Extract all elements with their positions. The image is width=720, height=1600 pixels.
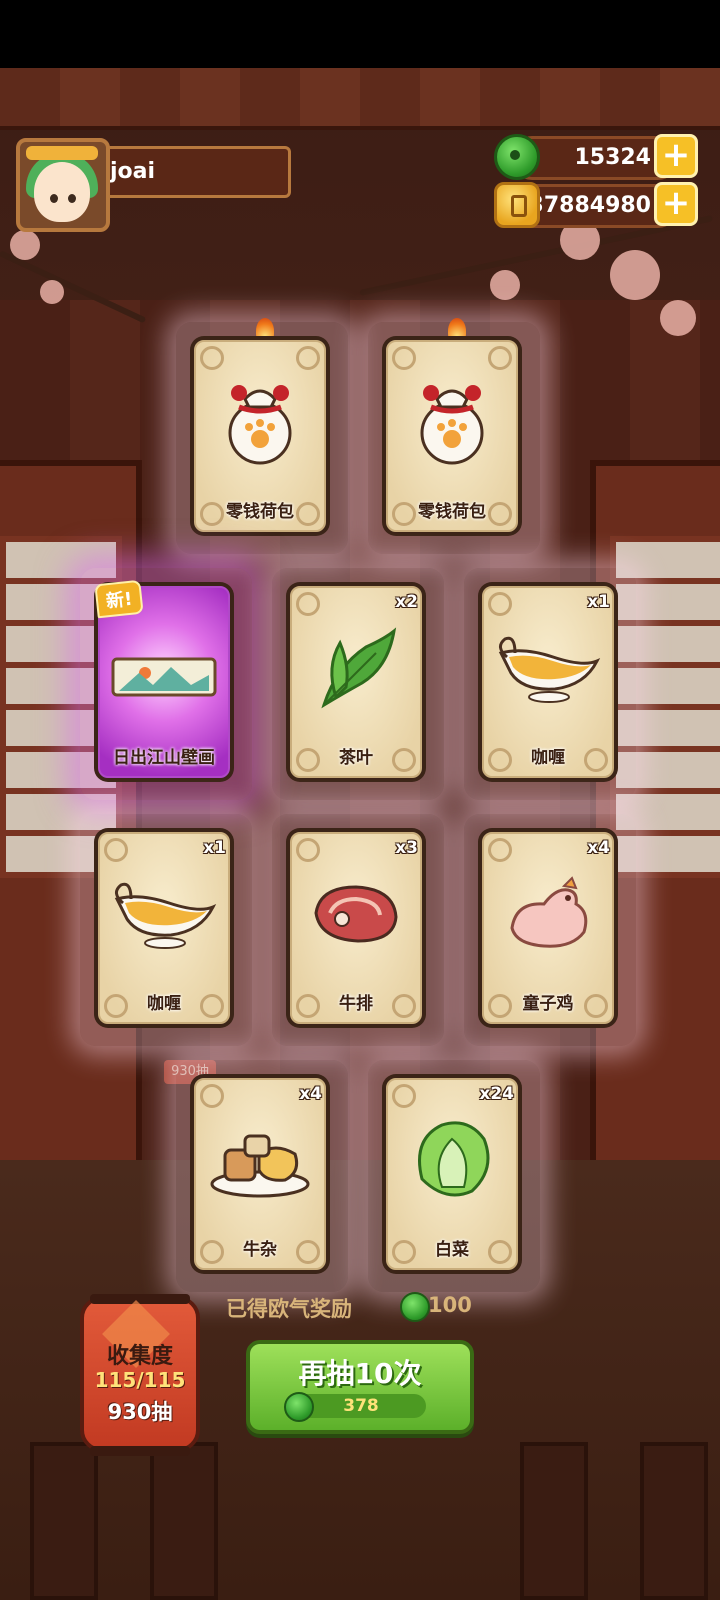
card-count: x24 <box>479 1084 514 1104</box>
gacha-result-screen: joai 15324 + 37884980 + 930抽 零钱荷包 零钱荷包 日… <box>0 0 720 1600</box>
curry-gravy-boat-icon <box>498 636 601 703</box>
draw-cost: 378 <box>296 1394 426 1418</box>
card-name: 零钱荷包 <box>418 502 486 522</box>
card-name: 茶叶 <box>339 748 373 768</box>
player-avatar[interactable] <box>16 138 110 232</box>
blossom <box>40 280 64 304</box>
napa-cabbage-icon <box>418 1121 490 1197</box>
tea-leaf-icon <box>321 627 397 709</box>
card-name: 日出江山壁画 <box>113 748 215 768</box>
coin-pouch-icon <box>420 385 484 465</box>
fence-post <box>520 1442 588 1600</box>
card-count: x1 <box>587 592 610 612</box>
collection-progress: 115/115 <box>94 1368 186 1392</box>
card-name: 零钱荷包 <box>226 502 294 522</box>
reward-card[interactable]: x4 牛杂 <box>190 1074 330 1274</box>
card-count: x4 <box>587 838 610 858</box>
steak-icon <box>314 885 398 943</box>
fence-post <box>150 1442 218 1600</box>
draw-cost-value: 378 <box>343 1396 379 1416</box>
collection-lantern[interactable]: 收集度 115/115 930抽 <box>80 1294 200 1456</box>
jade-icon <box>400 1292 430 1322</box>
blossom <box>660 300 696 336</box>
reward-card[interactable]: x1 咖喱 <box>478 582 618 782</box>
coin-pouch-icon <box>228 385 292 465</box>
spring-chicken-icon <box>510 876 588 948</box>
draw-again-label: 再抽10次 <box>298 1357 422 1390</box>
reward-card[interactable]: x4 童子鸡 <box>478 828 618 1028</box>
reward-card[interactable]: x24 白菜 <box>382 1074 522 1274</box>
jade-amount: 15324 <box>574 145 651 170</box>
blossom <box>490 270 520 300</box>
blossom <box>10 230 40 260</box>
player-name-bar: joai <box>100 146 291 198</box>
card-count: x2 <box>395 592 418 612</box>
card-count: x4 <box>299 1084 322 1104</box>
collection-draws: 930抽 <box>107 1400 173 1424</box>
player-name: joai <box>110 159 156 184</box>
collection-title: 收集度 <box>106 1344 173 1369</box>
card-name: 咖喱 <box>531 748 565 768</box>
new-badge: 新! <box>94 579 144 619</box>
blossom <box>610 250 660 300</box>
card-name: 牛排 <box>339 994 373 1014</box>
draw-again-button[interactable]: 再抽10次 378 <box>246 1340 474 1434</box>
status-bar <box>0 0 720 68</box>
card-name: 白菜 <box>435 1240 469 1260</box>
reward-card[interactable]: x1 咖喱 <box>94 828 234 1028</box>
reward-card[interactable]: 零钱荷包 <box>190 336 330 536</box>
reward-card[interactable]: 零钱荷包 <box>382 336 522 536</box>
coin-amount: 37884980 <box>528 193 651 218</box>
card-count: x3 <box>395 838 418 858</box>
luck-reward-label: 已得欧气奖励 <box>226 1297 352 1321</box>
landscape-mural-icon <box>111 657 217 697</box>
fence-post <box>30 1442 98 1600</box>
add-jade-button[interactable]: + <box>654 134 698 178</box>
roof-beam <box>0 68 720 130</box>
beef-offal-icon <box>210 1134 310 1198</box>
jade-icon <box>284 1392 314 1422</box>
curry-gravy-boat-icon <box>114 882 217 949</box>
card-count: x1 <box>203 838 226 858</box>
card-name: 咖喱 <box>147 994 181 1014</box>
reward-card[interactable]: x3 牛排 <box>286 828 426 1028</box>
coin-icon <box>494 182 540 228</box>
add-coin-button[interactable]: + <box>654 182 698 226</box>
card-name: 童子鸡 <box>522 994 574 1014</box>
fence-post <box>640 1442 708 1600</box>
luck-reward-value: 100 <box>428 1293 472 1317</box>
card-name: 牛杂 <box>243 1240 277 1260</box>
reward-card[interactable]: x2 茶叶 <box>286 582 426 782</box>
jade-icon <box>494 134 540 180</box>
